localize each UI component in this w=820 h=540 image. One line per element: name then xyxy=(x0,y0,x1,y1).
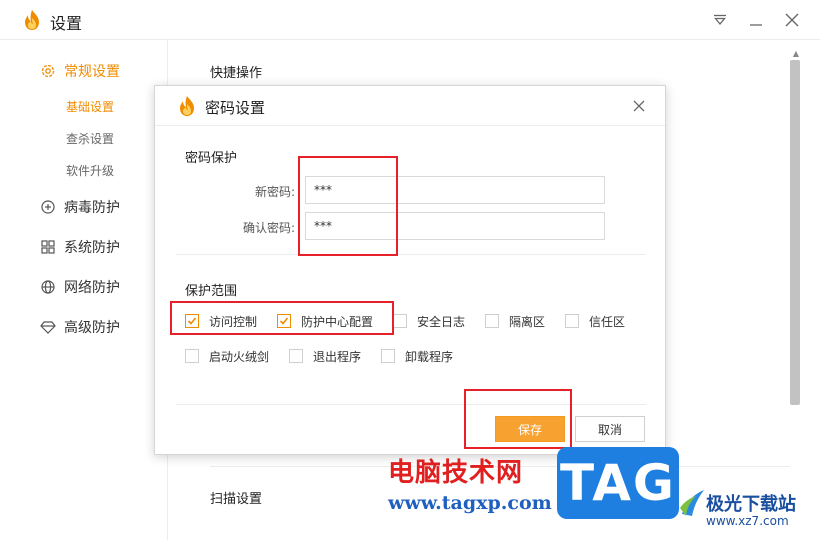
tag-logo-badge: TAG xyxy=(557,447,679,519)
window-title: 设置 xyxy=(50,14,83,33)
checkbox-uninstall-program[interactable]: 卸载程序 xyxy=(381,348,453,364)
highlight-box-password-fields xyxy=(298,156,398,256)
protection-scope-heading: 保护范围 xyxy=(185,284,238,299)
checkbox-quarantine[interactable]: 隔离区 xyxy=(485,313,545,329)
menu-icon xyxy=(714,14,726,26)
minimize-icon xyxy=(750,24,762,26)
confirm-password-label: 确认密码: xyxy=(242,221,295,235)
scrollbar-thumb[interactable] xyxy=(790,60,800,405)
close-window-button[interactable] xyxy=(780,8,804,32)
checkbox-empty-icon xyxy=(185,349,199,363)
watermark-cn-title: 电脑技术网 xyxy=(388,458,524,488)
checkbox-launch-huorong-sword[interactable]: 启动火绒剑 xyxy=(185,348,269,364)
close-icon xyxy=(633,100,645,112)
sidebar-subitem-basic-settings[interactable]: 基础设置 xyxy=(66,98,114,115)
sidebar-subitem-software-update[interactable]: 软件升级 xyxy=(66,162,114,179)
title-bar: 设置 xyxy=(0,0,820,40)
dialog-divider xyxy=(176,404,646,405)
gear-icon xyxy=(40,63,56,79)
section-title-scan-settings: 扫描设置 xyxy=(210,492,263,507)
dialog-header: 密码设置 xyxy=(155,86,665,126)
sidebar-item-system-protection[interactable]: 系统防护 xyxy=(40,236,120,258)
sidebar-item-label: 网络防护 xyxy=(64,280,120,296)
sidebar-item-label: 系统防护 xyxy=(64,240,120,256)
checkbox-empty-icon xyxy=(381,349,395,363)
checkbox-security-log[interactable]: 安全日志 xyxy=(393,313,465,329)
new-password-label: 新密码: xyxy=(254,185,295,199)
diamond-icon xyxy=(40,319,56,335)
checkbox-empty-icon xyxy=(485,314,499,328)
sidebar-item-label: 病毒防护 xyxy=(64,200,120,216)
watermark-site-name: 极光下载站 xyxy=(706,494,796,515)
password-settings-dialog: 密码设置 密码保护 新密码: 确认密码: 保护范围 访问控制 防护中心配置 安全… xyxy=(154,85,666,455)
menu-dropdown-button[interactable] xyxy=(708,8,732,32)
scroll-up-arrow[interactable]: ▲ xyxy=(790,50,802,58)
sidebar-item-label: 高级防护 xyxy=(64,320,120,336)
grid-icon xyxy=(40,239,56,255)
sidebar-item-advanced-protection[interactable]: 高级防护 xyxy=(40,316,120,338)
watermark-url: www.tagxp.com xyxy=(388,492,552,514)
aurora-logo-icon xyxy=(680,490,704,516)
huorong-logo-icon xyxy=(180,96,194,116)
huorong-logo-icon xyxy=(25,10,39,30)
dialog-close-button[interactable] xyxy=(629,96,649,116)
checkbox-empty-icon xyxy=(565,314,579,328)
minimize-button[interactable] xyxy=(744,8,768,32)
close-icon xyxy=(785,13,799,27)
cancel-button[interactable]: 取消 xyxy=(575,416,645,442)
sidebar-item-virus-protection[interactable]: 病毒防护 xyxy=(40,196,120,218)
highlight-box-save-button xyxy=(464,389,572,449)
watermark-site-url: www.xz7.com xyxy=(706,514,789,528)
checkbox-empty-icon xyxy=(289,349,303,363)
checkbox-trust-zone[interactable]: 信任区 xyxy=(565,313,625,329)
section-title-quick-actions: 快捷操作 xyxy=(210,66,263,81)
checkbox-empty-icon xyxy=(393,314,407,328)
plus-circle-icon xyxy=(40,199,56,215)
highlight-box-scope-checkboxes xyxy=(170,301,394,335)
password-protection-heading: 密码保护 xyxy=(185,151,238,166)
checkbox-exit-program[interactable]: 退出程序 xyxy=(289,348,361,364)
dialog-divider xyxy=(176,254,646,255)
sidebar-item-general-settings[interactable]: 常规设置 xyxy=(40,60,120,82)
globe-icon xyxy=(40,279,56,295)
sidebar-item-label: 常规设置 xyxy=(64,64,120,80)
sidebar-item-network-protection[interactable]: 网络防护 xyxy=(40,276,120,298)
sidebar-subitem-scan-settings[interactable]: 查杀设置 xyxy=(66,130,114,147)
dialog-title: 密码设置 xyxy=(205,99,266,117)
